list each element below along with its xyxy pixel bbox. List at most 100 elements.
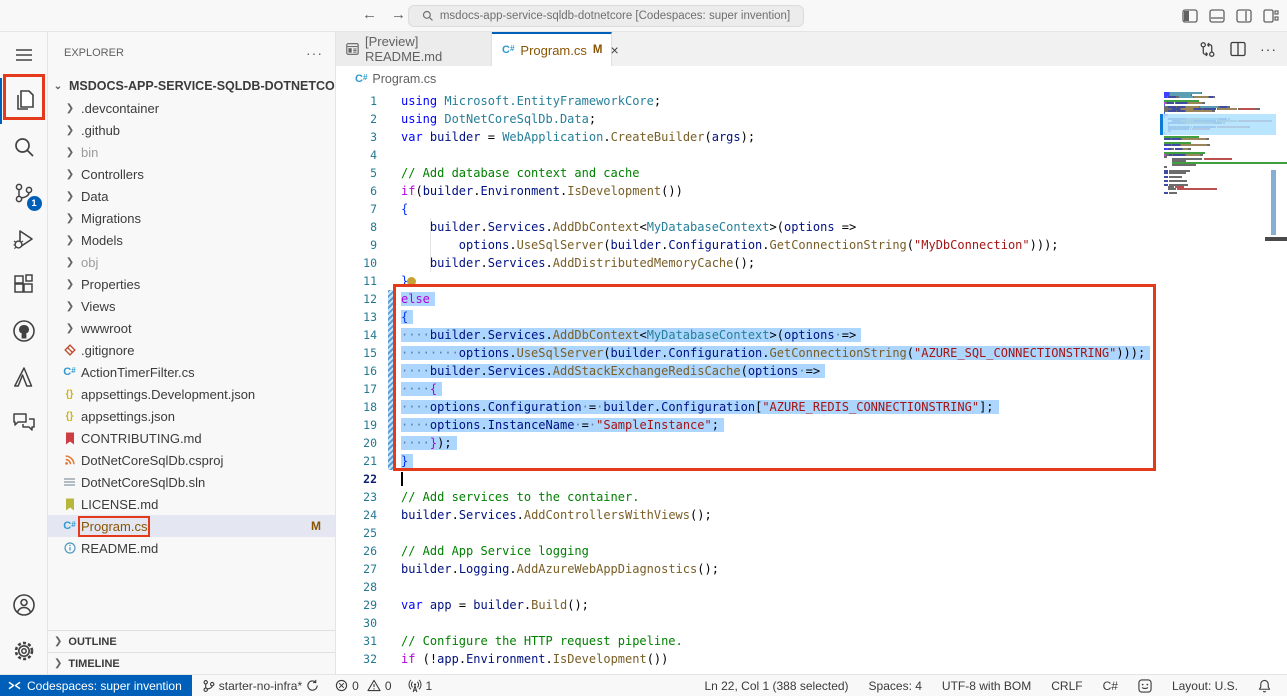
code-line[interactable]: 25 (336, 524, 1160, 542)
code-line[interactable]: 18····options.Configuration·=·builder.Co… (336, 398, 1160, 416)
tree-file-appsettings-json[interactable]: {}appsettings.json (48, 405, 335, 427)
back-arrow-icon[interactable]: ← (362, 6, 377, 23)
tree-folder-data[interactable]: ❯Data (48, 185, 335, 207)
code-line[interactable]: 27builder.Logging.AddAzureWebAppDiagnost… (336, 560, 1160, 578)
account-button[interactable] (0, 582, 48, 628)
settings-button[interactable] (0, 628, 48, 674)
indentation-status[interactable]: Spaces: 4 (863, 675, 928, 696)
tree-folder-migrations[interactable]: ❯Migrations (48, 207, 335, 229)
tab-program-cs[interactable]: C# Program.cs M × (492, 32, 612, 66)
code-line[interactable]: 9 options.UseSqlServer(builder.Configura… (336, 236, 1160, 254)
language-mode-status[interactable]: C# (1097, 675, 1124, 696)
tree-file-appsettings-development-json[interactable]: {}appsettings.Development.json (48, 383, 335, 405)
tree-folder-obj[interactable]: ❯obj (48, 251, 335, 273)
code-line[interactable]: 24builder.Services.AddControllersWithVie… (336, 506, 1160, 524)
ports-status[interactable]: 1 (402, 675, 439, 696)
code-line[interactable]: 30 (336, 614, 1160, 632)
tab-readme-preview[interactable]: [Preview] README.md (336, 32, 492, 66)
code-line[interactable]: 26// Add App Service logging (336, 542, 1160, 560)
minimap[interactable] (1160, 92, 1276, 674)
code-line[interactable]: 21} (336, 452, 1160, 470)
branch-status[interactable]: starter-no-infra* (196, 675, 325, 696)
customize-layout-icon[interactable] (1263, 8, 1279, 24)
code-line[interactable]: 3var builder = WebApplication.CreateBuil… (336, 128, 1160, 146)
code-line[interactable]: 11} (336, 272, 1160, 290)
code-line[interactable]: 12else (336, 290, 1160, 308)
tree-folder-controllers[interactable]: ❯Controllers (48, 163, 335, 185)
code-line[interactable]: 1using Microsoft.EntityFrameworkCore; (336, 92, 1160, 110)
sidebar-item-chat[interactable] (0, 400, 48, 446)
code-line[interactable]: 13{ (336, 308, 1160, 326)
tree-folder--devcontainer[interactable]: ❯.devcontainer (48, 97, 335, 119)
tree-file-license-md[interactable]: LICENSE.md (48, 493, 335, 515)
chevron-right-icon: ❯ (62, 213, 78, 224)
scrollbar-slider[interactable] (1271, 170, 1276, 235)
code-line[interactable]: 5// Add database context and cache (336, 164, 1160, 182)
line-col-status[interactable]: Ln 22, Col 1 (388 selected) (698, 675, 854, 696)
forward-arrow-icon[interactable]: → (391, 6, 406, 23)
tree-folder-properties[interactable]: ❯Properties (48, 273, 335, 295)
sidebar-item-search[interactable] (0, 124, 48, 170)
code-line[interactable]: 17····{ (336, 380, 1160, 398)
code-editor[interactable]: 1using Microsoft.EntityFrameworkCore;2us… (336, 92, 1287, 674)
sidebar-item-source-control[interactable]: 1 (0, 170, 48, 216)
sidebar-item-extensions[interactable] (0, 262, 48, 308)
code-line[interactable]: 14····builder.Services.AddDbContext<MyDa… (336, 326, 1160, 344)
tree-file-actiontimerfilter-cs[interactable]: C#ActionTimerFilter.cs (48, 361, 335, 383)
tree-folder--github[interactable]: ❯.github (48, 119, 335, 141)
outline-section-header[interactable]: ❯ OUTLINE (48, 630, 335, 652)
tree-folder-bin[interactable]: ❯bin (48, 141, 335, 163)
code-line[interactable]: 23// Add services to the container. (336, 488, 1160, 506)
eol-status[interactable]: CRLF (1045, 675, 1088, 696)
encoding-status[interactable]: UTF-8 with BOM (936, 675, 1037, 696)
feedback-smiley-icon[interactable] (1132, 675, 1158, 696)
chevron-right-icon: ❯ (62, 191, 78, 202)
code-line[interactable]: 32if (!app.Environment.IsDevelopment()) (336, 650, 1160, 668)
timeline-section-header[interactable]: ❯ TIMELINE (48, 652, 335, 674)
code-line[interactable]: 28 (336, 578, 1160, 596)
menu-button[interactable] (0, 32, 48, 78)
problems-status[interactable]: 0 0 (329, 675, 397, 696)
code-line[interactable]: 10 builder.Services.AddDistributedMemory… (336, 254, 1160, 272)
explorer-more-actions-icon[interactable]: ··· (306, 45, 323, 61)
sidebar-item-azure[interactable] (0, 354, 48, 400)
code-line[interactable]: 2using DotNetCoreSqlDb.Data; (336, 110, 1160, 128)
code-line[interactable]: 31// Configure the HTTP request pipeline… (336, 632, 1160, 650)
tree-file-dotnetcoresqldb-sln[interactable]: DotNetCoreSqlDb.sln (48, 471, 335, 493)
tree-folder-wwwroot[interactable]: ❯wwwroot (48, 317, 335, 339)
tree-file-contributing-md[interactable]: CONTRIBUTING.md (48, 427, 335, 449)
sidebar-item-github[interactable] (0, 308, 48, 354)
code-line[interactable]: 4 (336, 146, 1160, 164)
command-center-search[interactable]: msdocs-app-service-sqldb-dotnetcore [Cod… (408, 5, 804, 27)
tree-root-folder[interactable]: ⌄MSDOCS-APP-SERVICE-SQLDB-DOTNETCOR... (48, 75, 335, 97)
split-editor-icon[interactable] (1230, 41, 1246, 57)
code-line[interactable]: 8 builder.Services.AddDbContext<MyDataba… (336, 218, 1160, 236)
close-tab-icon[interactable]: × (610, 42, 618, 58)
code-line[interactable]: 6if(builder.Environment.IsDevelopment()) (336, 182, 1160, 200)
remote-indicator[interactable]: Codespaces: super invention (0, 675, 192, 696)
code-line[interactable]: 16····builder.Services.AddStackExchangeR… (336, 362, 1160, 380)
tree-folder-models[interactable]: ❯Models (48, 229, 335, 251)
toggle-sidebar-icon[interactable] (1182, 8, 1198, 24)
code-line[interactable]: 19····options.InstanceName·=·"SampleInst… (336, 416, 1160, 434)
tree-file-readme-md[interactable]: README.md (48, 537, 335, 559)
tree-folder-views[interactable]: ❯Views (48, 295, 335, 317)
code-line[interactable]: 15········options.UseSqlServer(builder.C… (336, 344, 1160, 362)
code-line[interactable]: 7{ (336, 200, 1160, 218)
tree-file-dotnetcoresqldb-csproj[interactable]: DotNetCoreSqlDb.csproj (48, 449, 335, 471)
code-line[interactable]: 29var app = builder.Build(); (336, 596, 1160, 614)
code-lines[interactable]: 1using Microsoft.EntityFrameworkCore;2us… (336, 92, 1160, 668)
sidebar-item-explorer[interactable] (0, 78, 48, 124)
open-changes-icon[interactable] (1199, 41, 1216, 58)
breadcrumb[interactable]: C# Program.cs (336, 66, 1287, 92)
tree-file--gitignore[interactable]: .gitignore (48, 339, 335, 361)
sidebar-item-run-debug[interactable] (0, 216, 48, 262)
toggle-secondary-sidebar-icon[interactable] (1236, 8, 1252, 24)
keyboard-layout-status[interactable]: Layout: U.S. (1166, 675, 1244, 696)
tree-file-program-cs[interactable]: C#Program.csM (48, 515, 335, 537)
code-line[interactable]: 20····}); (336, 434, 1160, 452)
toggle-panel-icon[interactable] (1209, 8, 1225, 24)
code-line[interactable]: 22 (336, 470, 1160, 488)
more-actions-icon[interactable]: ··· (1260, 41, 1277, 57)
notifications-bell-icon[interactable] (1252, 675, 1277, 696)
